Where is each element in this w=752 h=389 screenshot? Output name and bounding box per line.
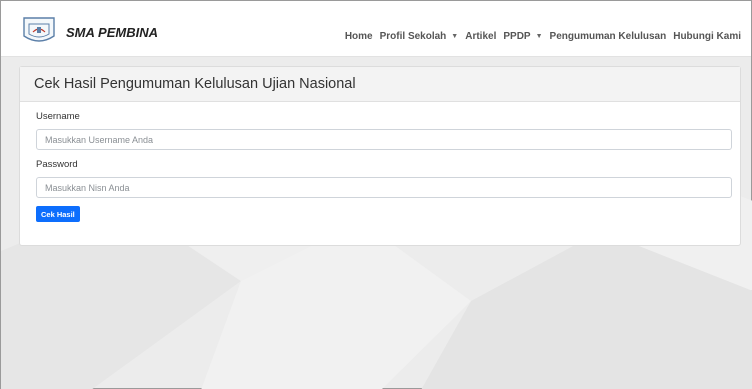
chevron-down-icon: ▼ (535, 33, 543, 40)
nav-profil-sekolah[interactable]: Profil Sekolah ▼ (380, 31, 459, 42)
page-title: Cek Hasil Pengumuman Kelulusan Ujian Nas… (34, 76, 356, 92)
nav-pengumuman-kelulusan[interactable]: Pengumuman Kelulusan (550, 31, 667, 42)
check-result-form: Username Password Cek Hasil (20, 102, 740, 222)
brand-name[interactable]: SMA PEMBINA (66, 25, 158, 40)
nav-home-label: Home (344, 31, 373, 42)
nav-pengumuman-kelulusan-label: Pengumuman Kelulusan (549, 31, 667, 42)
nav-home[interactable]: Home (345, 31, 373, 42)
nav-hubungi-kami-label: Hubungi Kami (673, 31, 741, 42)
nav-artikel[interactable]: Artikel (465, 31, 496, 42)
top-navbar: SMA PEMBINA Home Profil Sekolah ▼ Artikel… (1, 1, 751, 57)
password-input[interactable] (36, 177, 732, 198)
nav-hubungi-kami[interactable]: Hubungi Kami (673, 31, 741, 42)
nav-artikel-label: Artikel (465, 31, 497, 42)
nav-profil-sekolah-label: Profil Sekolah (379, 31, 447, 42)
password-label: Password (36, 159, 78, 170)
main-nav: Home Profil Sekolah ▼ Artikel PPDP ▼ Pengu… (338, 31, 741, 42)
card-header: Cek Hasil Pengumuman Kelulusan Ujian Nas… (20, 67, 740, 102)
login-card: Cek Hasil Pengumuman Kelulusan Ujian Nas… (19, 66, 741, 246)
cek-hasil-button[interactable]: Cek Hasil (36, 206, 80, 222)
school-logo-icon[interactable] (21, 16, 57, 46)
nav-ppdp[interactable]: PPDP ▼ (503, 31, 542, 42)
chevron-down-icon: ▼ (451, 33, 459, 40)
username-label: Username (36, 111, 80, 122)
nav-ppdp-label: PPDP (503, 31, 531, 42)
username-input[interactable] (36, 129, 732, 150)
